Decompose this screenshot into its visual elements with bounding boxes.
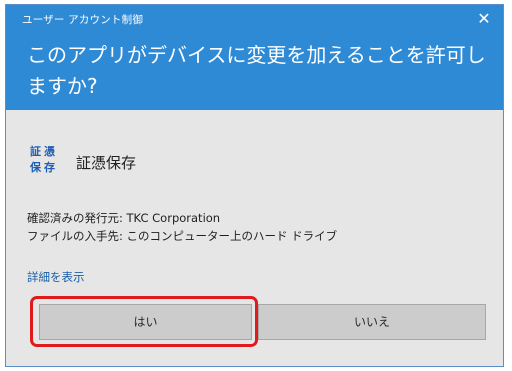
dialog-body: 証 憑 保 存 証憑保存 確認済みの発行元: TKC Corporation フ… (6, 110, 503, 366)
no-button[interactable]: いいえ (258, 304, 486, 340)
app-icon: 証 憑 保 存 (30, 145, 64, 179)
app-icon-char: 憑 (44, 145, 55, 158)
close-icon[interactable]: ✕ (473, 9, 495, 29)
app-name: 証憑保存 (76, 154, 137, 172)
app-icon-char: 保 (30, 161, 41, 174)
window-title: ユーザー アカウント制御 (22, 14, 144, 26)
app-details: 確認済みの発行元: TKC Corporation ファイルの入手先: このコン… (27, 209, 337, 245)
show-details-link[interactable]: 詳細を表示 (27, 269, 85, 285)
app-icon-char: 証 (30, 145, 41, 158)
dialog-header: ユーザー アカウント制御 ✕ このアプリがデバイスに変更を加えることを許可します… (6, 5, 503, 110)
origin-line: ファイルの入手先: このコンピューター上のハード ドライブ (27, 229, 338, 243)
app-icon-char: 存 (44, 161, 55, 174)
publisher-line: 確認済みの発行元: TKC Corporation (27, 211, 221, 225)
uac-dialog: ユーザー アカウント制御 ✕ このアプリがデバイスに変更を加えることを許可します… (5, 4, 504, 367)
yes-button[interactable]: はい (39, 304, 252, 340)
prompt-question: このアプリがデバイスに変更を加えることを許可しますか? (27, 43, 486, 98)
